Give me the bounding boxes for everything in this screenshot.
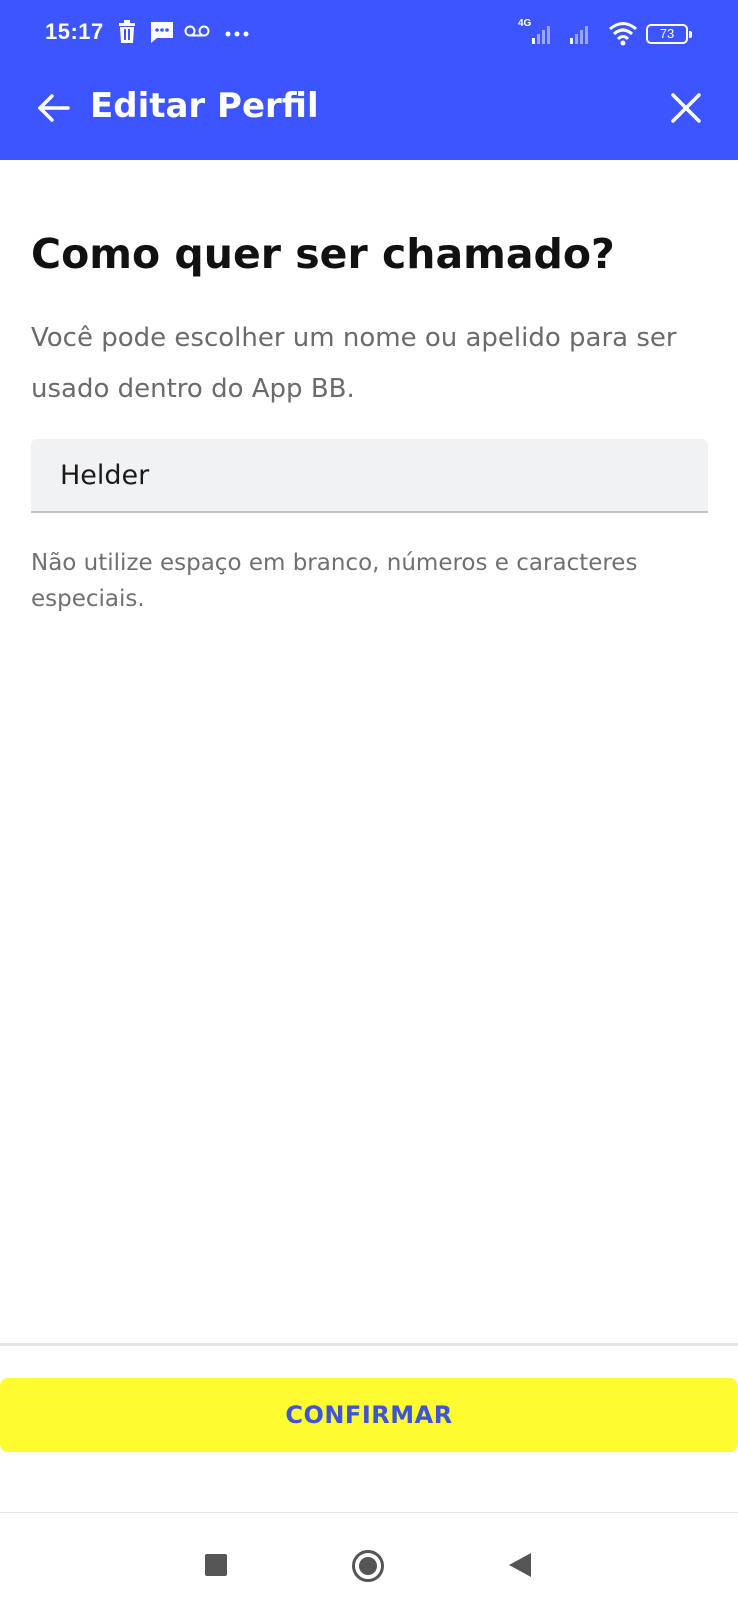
cell-signal-2-icon — [566, 18, 602, 52]
wifi-icon — [608, 20, 638, 50]
message-icon — [150, 20, 174, 48]
home-icon[interactable] — [352, 1550, 384, 1582]
app-bar: Editar Perfil — [0, 68, 738, 160]
section-heading: Como quer ser chamado? — [31, 230, 615, 278]
more-notifications-icon — [224, 18, 250, 52]
confirm-button[interactable]: CONFIRMAR — [0, 1378, 738, 1452]
name-field[interactable] — [31, 439, 708, 513]
system-back-icon[interactable] — [509, 1553, 531, 1577]
close-icon[interactable] — [668, 90, 704, 126]
system-status-icons: 4G 73 — [518, 18, 698, 48]
page-title: Editar Perfil — [90, 86, 319, 126]
network-type-label: 4G — [518, 18, 532, 29]
voicemail-icon — [184, 22, 210, 42]
status-bar: 15:17 4G 73 — [0, 0, 738, 68]
recent-apps-icon[interactable] — [205, 1554, 227, 1576]
status-time: 15:17 — [45, 19, 104, 44]
back-arrow-icon[interactable] — [36, 90, 72, 126]
battery-icon: 73 — [646, 24, 692, 44]
footer-divider — [0, 1343, 738, 1346]
cell-signal-icon: 4G — [518, 18, 558, 52]
system-nav-bar — [0, 1513, 738, 1600]
name-input[interactable] — [60, 439, 680, 511]
section-description: Você pode escolher um nome ou apelido pa… — [31, 323, 677, 404]
trash-icon — [118, 20, 136, 48]
field-hint: Não utilize espaço em branco, números e … — [31, 550, 638, 612]
header: 15:17 4G 73 Editar Perfil — [0, 0, 738, 160]
